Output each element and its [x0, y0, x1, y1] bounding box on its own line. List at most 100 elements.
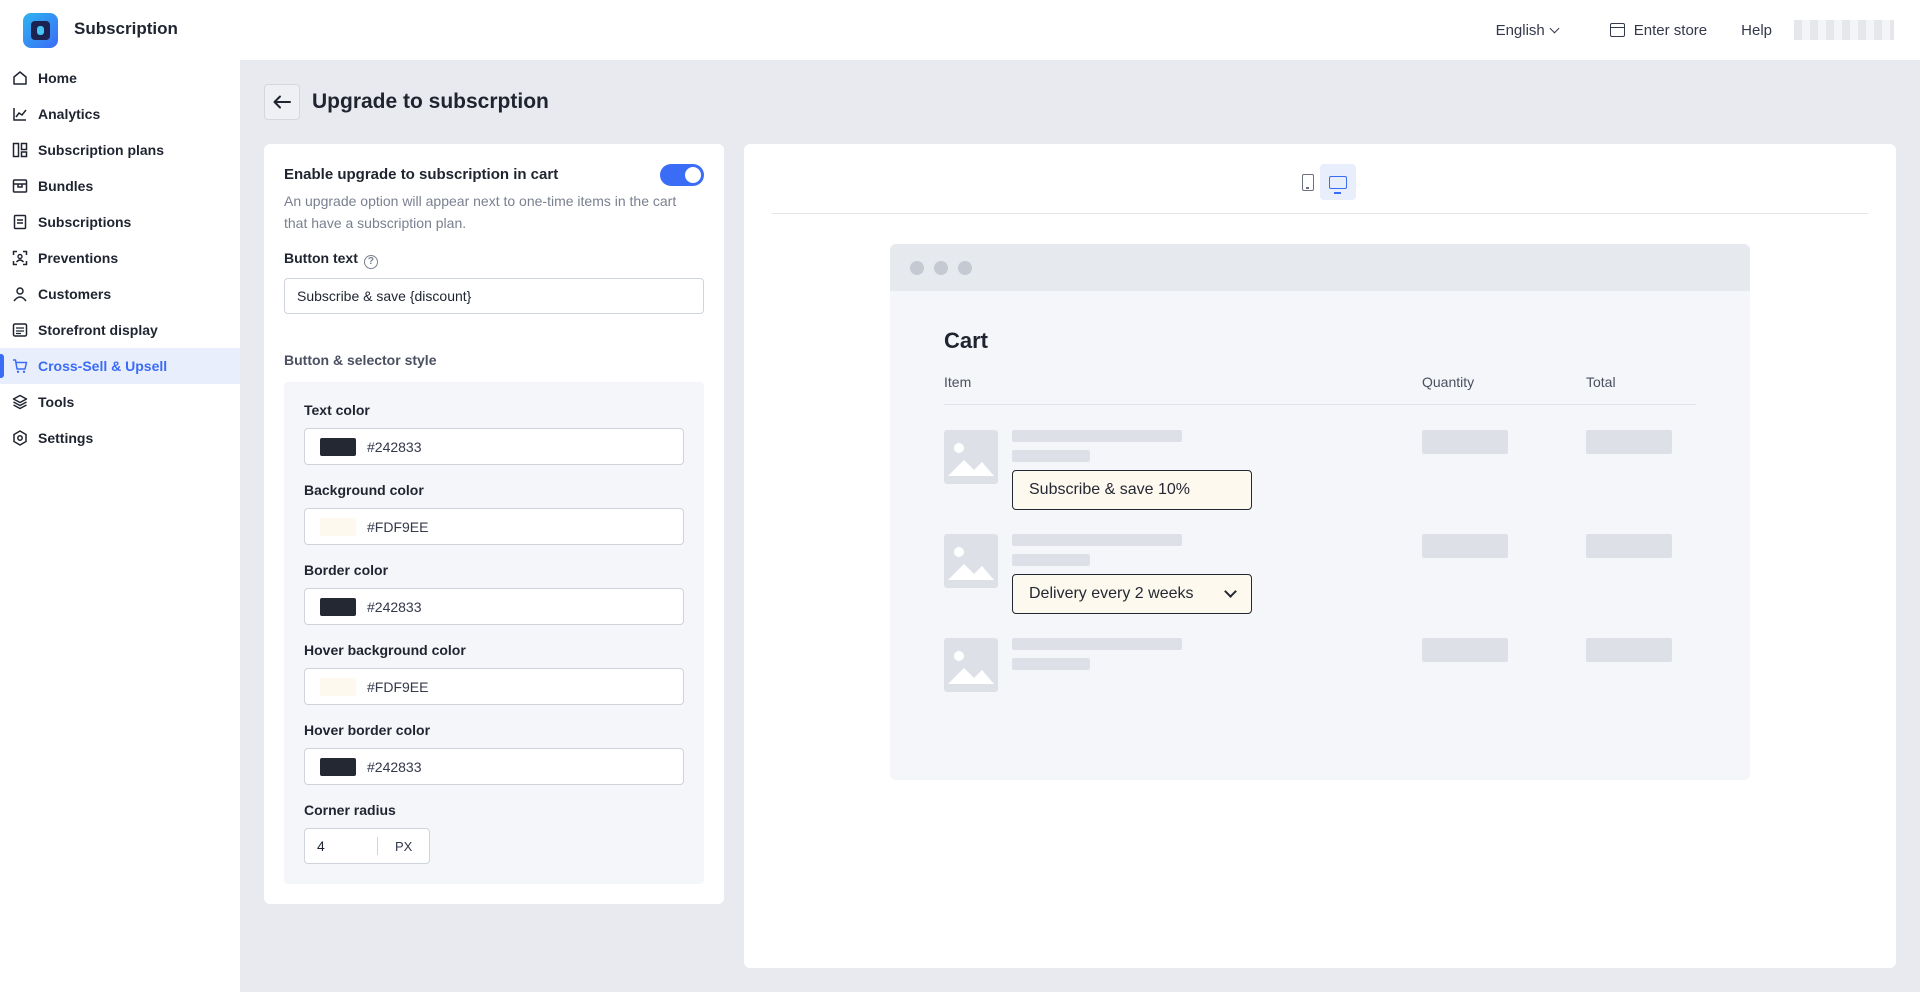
placeholder-bar [1012, 430, 1182, 442]
delivery-frequency-select[interactable]: Delivery every 2 weeks [1012, 574, 1252, 614]
language-label: English [1495, 21, 1545, 39]
color-hex-value: #242833 [367, 439, 422, 455]
sidebar-item-bundles[interactable]: Bundles [0, 168, 240, 204]
placeholder-bar [1422, 534, 1508, 558]
text-color-label: Text color [304, 402, 370, 418]
sidebar-item-label: Analytics [38, 106, 101, 122]
sidebar-item-label: Bundles [38, 178, 94, 194]
sidebar-item-cross-sell-upsell[interactable]: Cross-Sell & Upsell [0, 348, 240, 384]
cart-title: Cart [944, 328, 989, 353]
app-logo-icon [23, 13, 58, 48]
sidebar-item-label: Cross-Sell & Upsell [38, 358, 168, 374]
color-swatch[interactable] [320, 438, 356, 456]
column-header-quantity: Quantity [1422, 374, 1475, 390]
column-header-item: Item [944, 374, 972, 390]
button-text-label-text: Button text [284, 250, 358, 266]
sidebar-item-analytics[interactable]: Analytics [0, 96, 240, 132]
arrow-left-icon [273, 95, 291, 109]
subscribe-save-button[interactable]: Subscribe & save 10% [1012, 470, 1252, 510]
cart-icon [13, 359, 28, 373]
border-color-field[interactable]: #242833 [304, 588, 684, 625]
placeholder-bar [1586, 430, 1672, 454]
sidebar-item-label: Tools [38, 394, 75, 410]
product-image-icon [944, 534, 998, 588]
home-icon [13, 71, 27, 85]
sidebar-item-label: Settings [38, 430, 94, 446]
hover-border-color-field[interactable]: #242833 [304, 748, 684, 785]
sidebar: Home Analytics Subscription plans Bundle… [0, 60, 240, 992]
color-hex-value: #FDF9EE [367, 679, 429, 695]
color-hex-value: #242833 [367, 599, 422, 615]
background-color-field[interactable]: #FDF9EE [304, 508, 684, 545]
chevron-down-icon [1549, 23, 1560, 33]
sidebar-item-label: Subscriptions [38, 214, 132, 230]
language-selector[interactable]: English [1495, 21, 1560, 39]
divider [944, 404, 1696, 405]
sidebar-item-customers[interactable]: Customers [0, 276, 240, 312]
sidebar-item-tools[interactable]: Tools [0, 384, 240, 420]
color-swatch[interactable] [320, 598, 356, 616]
delivery-frequency-value: Delivery every 2 weeks [1029, 585, 1194, 602]
style-settings-box: Text color #242833 Background color #FDF… [284, 382, 704, 884]
phone-icon [1302, 173, 1314, 191]
color-hex-value: #242833 [367, 759, 422, 775]
customers-icon [13, 287, 27, 302]
sidebar-item-subscriptions[interactable]: Subscriptions [0, 204, 240, 240]
placeholder-bar [1422, 430, 1508, 454]
sidebar-item-preventions[interactable]: Preventions [0, 240, 240, 276]
product-image-icon [944, 430, 998, 484]
hover-background-color-label: Hover background color [304, 642, 466, 658]
settings-panel: Enable upgrade to subscription in cart A… [264, 144, 724, 904]
divider [772, 213, 1868, 214]
sidebar-item-subscription-plans[interactable]: Subscription plans [0, 132, 240, 168]
sidebar-item-label: Customers [38, 286, 112, 302]
enter-store-link[interactable]: Enter store [1609, 21, 1708, 39]
help-link[interactable]: Help [1741, 22, 1772, 39]
placeholder-bar [1012, 658, 1090, 670]
sidebar-item-label: Home [38, 70, 77, 86]
color-swatch[interactable] [320, 518, 356, 536]
toggle-knob [685, 167, 701, 183]
hover-border-color-label: Hover border color [304, 722, 431, 738]
help-circle-icon[interactable]: ? [363, 255, 378, 269]
user-account-menu[interactable] [1794, 20, 1894, 40]
desktop-view-button[interactable] [1320, 164, 1356, 200]
app-title: Subscription [74, 19, 178, 38]
sidebar-item-storefront-display[interactable]: Storefront display [0, 312, 240, 348]
toggle-label: Enable upgrade to subscription in cart [284, 166, 559, 183]
window-dot-icon [910, 261, 924, 275]
back-button[interactable] [264, 84, 300, 120]
placeholder-bar [1422, 638, 1508, 662]
sidebar-item-label: Subscription plans [38, 142, 165, 158]
corner-radius-value: 4 [317, 838, 325, 854]
placeholder-bar [1012, 450, 1090, 462]
enable-upgrade-toggle[interactable] [660, 164, 704, 186]
preventions-icon [12, 250, 28, 266]
text-color-field[interactable]: #242833 [304, 428, 684, 465]
column-header-total: Total [1586, 374, 1616, 390]
color-swatch[interactable] [320, 678, 356, 696]
corner-radius-input[interactable]: 4 PX [304, 828, 430, 864]
sidebar-item-settings[interactable]: Settings [0, 420, 240, 456]
browser-mockup: Cart Item Quantity Total Subscribe & sav… [890, 244, 1750, 780]
toggle-description: An upgrade option will appear next to on… [284, 193, 677, 231]
placeholder-bar [1012, 534, 1182, 546]
store-icon [1609, 23, 1625, 37]
color-swatch[interactable] [320, 758, 356, 776]
color-hex-value: #FDF9EE [367, 519, 429, 535]
style-section-label: Button & selector style [284, 352, 437, 368]
layers-icon [12, 394, 28, 410]
sidebar-item-label: Preventions [38, 250, 119, 266]
sidebar-item-label: Storefront display [38, 322, 158, 338]
product-image-icon [944, 638, 998, 692]
page-title: Upgrade to subscrption [312, 90, 549, 113]
sidebar-item-home[interactable]: Home [0, 60, 240, 96]
button-text-input[interactable]: Subscribe & save {discount} [284, 278, 704, 314]
enter-store-label: Enter store [1633, 21, 1708, 39]
window-dot-icon [934, 261, 948, 275]
placeholder-bar [1012, 554, 1090, 566]
storefront-icon [12, 323, 28, 337]
hover-background-color-field[interactable]: #FDF9EE [304, 668, 684, 705]
border-color-label: Border color [304, 562, 389, 578]
preview-panel: Cart Item Quantity Total Subscribe & sav… [744, 144, 1896, 968]
